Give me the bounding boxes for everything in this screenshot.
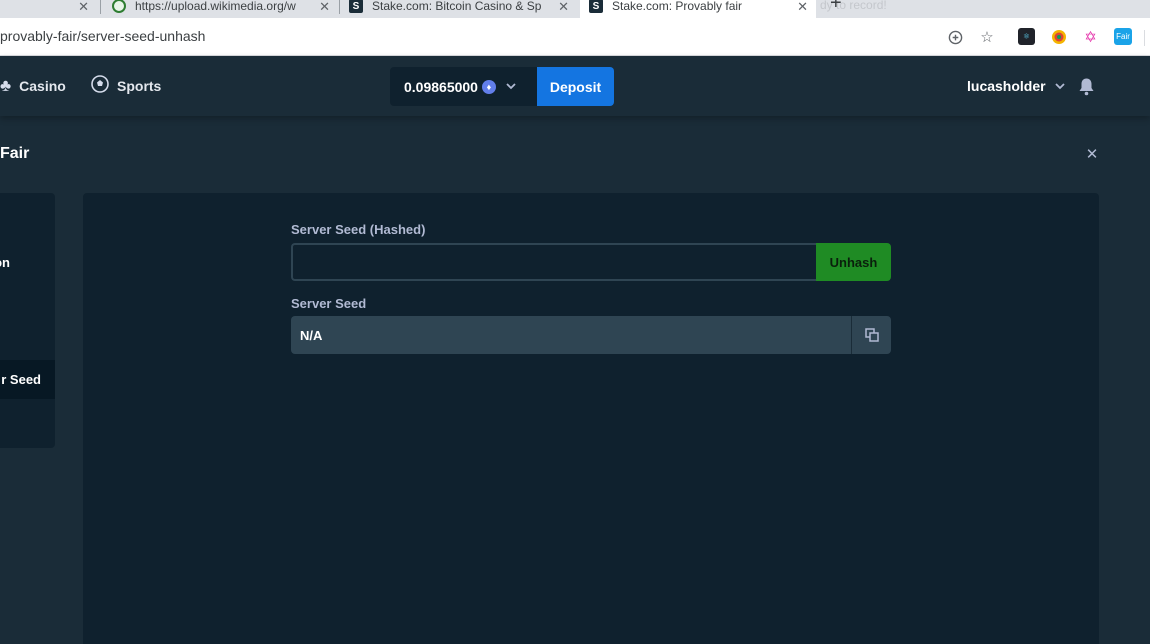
deposit-button[interactable]: Deposit — [537, 67, 614, 106]
tab-title: https://upload.wikimedia.org/w — [135, 0, 296, 13]
tab-title: Stake.com: Provably fair — [612, 0, 743, 13]
react-devtools-icon[interactable]: ⚛ — [1018, 28, 1035, 45]
site-header: ♣ Casino Sports 0.09865000 ♦ Deposit luc… — [0, 56, 1150, 116]
tab-separator — [339, 0, 340, 14]
bookmark-star-icon[interactable]: ☆ — [978, 28, 996, 46]
nav-sports[interactable]: Sports — [91, 56, 161, 116]
close-icon[interactable]: ✕ — [797, 0, 808, 15]
chevron-down-icon — [1054, 82, 1065, 90]
browser-tab-wikimedia[interactable]: https://upload.wikimedia.org/w ✕ — [108, 0, 338, 18]
chevron-down-icon — [506, 81, 516, 93]
server-seed-hashed-label: Server Seed (Hashed) — [291, 222, 426, 237]
graphql-icon[interactable]: ✡ — [1082, 28, 1099, 46]
address-bar[interactable]: provably-fair/server-seed-unhash — [0, 28, 205, 44]
stake-s-icon: S — [589, 0, 603, 13]
wallet-balance-selector[interactable]: 0.09865000 ♦ — [390, 67, 538, 106]
username: lucasholder — [967, 78, 1046, 94]
color-extension-icon[interactable] — [1050, 28, 1067, 45]
close-icon[interactable]: ✕ — [558, 0, 569, 15]
server-seed-field: N/A — [291, 316, 851, 354]
nav-sports-label: Sports — [117, 78, 162, 94]
extension-icon[interactable]: Fair — [1114, 28, 1132, 45]
bell-icon[interactable] — [1076, 76, 1096, 96]
nav-casino[interactable]: ♣ Casino — [0, 56, 66, 116]
copy-icon[interactable] — [851, 316, 891, 354]
ethereum-icon: ♦ — [481, 79, 496, 94]
server-seed-value: N/A — [300, 327, 323, 343]
new-tab-icon[interactable]: + — [830, 0, 842, 15]
sidebar-item-server-seed[interactable]: r Seed — [0, 360, 55, 399]
user-menu[interactable]: lucasholder — [967, 56, 1065, 116]
modal-sidebar: on r Seed — [0, 193, 55, 448]
close-icon[interactable]: ✕ — [319, 0, 330, 15]
browser-tab-strip: ✕ https://upload.wikimedia.org/w ✕ S Sta… — [0, 0, 1150, 18]
stake-s-icon: S — [349, 0, 363, 13]
server-seed-hashed-input[interactable] — [291, 243, 816, 281]
club-icon: ♣ — [0, 76, 12, 95]
browser-tab-provably-fair[interactable]: S Stake.com: Provably fair ✕ — [580, 0, 816, 18]
server-seed-label: Server Seed — [291, 296, 367, 311]
browser-tab-partial[interactable]: ✕ — [0, 0, 95, 18]
sidebar-item-label: on — [0, 255, 10, 270]
globe-icon — [112, 0, 126, 13]
browser-toolbar: provably-fair/server-seed-unhash ☆ ⚛ ✡ F… — [0, 18, 1150, 56]
browser-tab-stake-casino[interactable]: S Stake.com: Bitcoin Casino & Sp ✕ — [345, 0, 577, 18]
nav-casino-label: Casino — [19, 78, 66, 94]
sidebar-item-partial[interactable]: on — [0, 255, 10, 270]
soccer-ball-icon — [91, 74, 109, 98]
modal-title: Fair — [0, 145, 30, 162]
zoom-icon[interactable] — [946, 28, 964, 46]
close-icon[interactable]: ✕ — [1084, 145, 1100, 163]
unhash-button[interactable]: Unhash — [816, 243, 891, 281]
toolbar-separator — [1144, 30, 1145, 46]
balance-amount: 0.09865000 — [404, 78, 478, 95]
sidebar-item-label: r Seed — [1, 372, 41, 387]
tab-separator — [100, 0, 101, 14]
close-icon[interactable]: ✕ — [78, 0, 89, 15]
tab-title: Stake.com: Bitcoin Casino & Sp — [372, 0, 542, 13]
